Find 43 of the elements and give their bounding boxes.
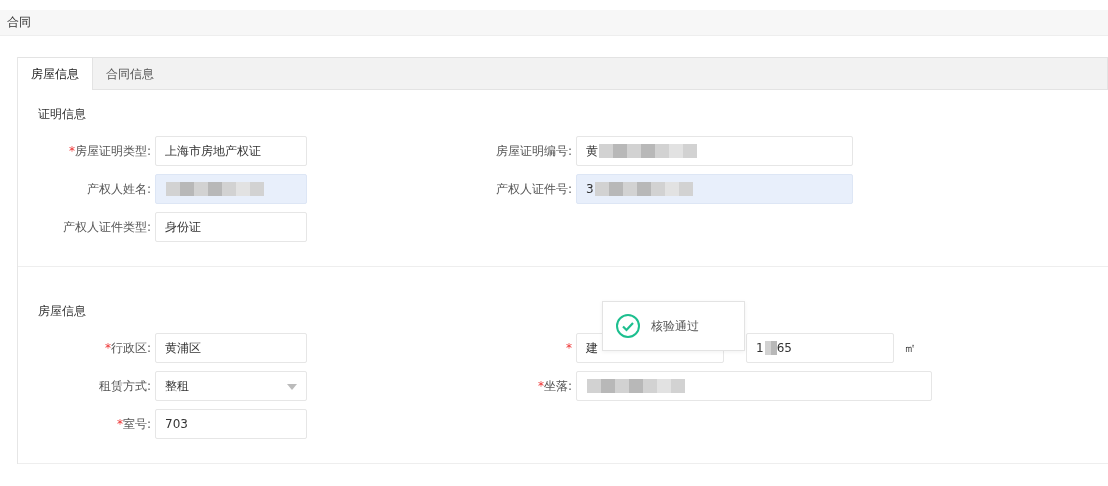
field-value: 703 bbox=[165, 417, 188, 431]
field-label: 产权人证件类型: bbox=[62, 219, 151, 234]
input-field[interactable]: 身份证 bbox=[155, 212, 307, 242]
field-label: 租赁方式: bbox=[98, 378, 151, 393]
check-circle-icon bbox=[615, 313, 641, 339]
field-value: 身份证 bbox=[165, 218, 201, 236]
field-value: 65 bbox=[776, 341, 792, 355]
required-mark: * bbox=[537, 378, 544, 393]
input-field[interactable]: 上海市房地产权证 bbox=[155, 136, 307, 166]
input-field[interactable]: 黄 bbox=[576, 136, 853, 166]
section-title: 房屋信息 bbox=[37, 303, 87, 320]
toast-text: 核验通过 bbox=[651, 317, 699, 335]
area-field[interactable]: 1 65 bbox=[746, 333, 894, 363]
input-field[interactable] bbox=[576, 371, 932, 401]
required-mark: * bbox=[68, 143, 75, 158]
caret-icon bbox=[287, 384, 297, 390]
field-label: 坐落: bbox=[543, 378, 572, 393]
input-field[interactable]: 3 bbox=[576, 174, 853, 204]
field-value: 1 bbox=[756, 341, 764, 355]
select-field[interactable]: 整租 bbox=[155, 371, 307, 401]
page-title: 合同 bbox=[7, 14, 31, 31]
field-value: 黄浦区 bbox=[165, 339, 201, 357]
input-field[interactable]: 703 bbox=[155, 409, 307, 439]
field-value: 上海市房地产权证 bbox=[165, 142, 261, 160]
field-label: 产权人姓名: bbox=[86, 181, 151, 196]
select-value: 整租 bbox=[165, 377, 189, 395]
field-label: 房屋证明类型: bbox=[74, 143, 151, 158]
field-label: 房屋证明编号: bbox=[495, 143, 572, 158]
field-label: 产权人证件号: bbox=[495, 181, 572, 196]
required-mark: * bbox=[104, 340, 111, 355]
required-mark: * bbox=[566, 341, 572, 355]
field-label: 行政区: bbox=[110, 340, 151, 355]
tab[interactable]: 合同信息 bbox=[93, 58, 167, 90]
input-field[interactable]: 黄浦区 bbox=[155, 333, 307, 363]
unit-label: ㎡ bbox=[904, 339, 916, 357]
section-title: 证明信息 bbox=[37, 106, 87, 123]
required-mark: * bbox=[116, 416, 123, 431]
input-field[interactable] bbox=[155, 174, 307, 204]
field-value: 3 bbox=[586, 182, 594, 196]
field-value: 黄 bbox=[586, 142, 598, 160]
field-label: 室号: bbox=[122, 416, 151, 431]
field-value: 建 bbox=[586, 339, 598, 357]
tab[interactable]: 房屋信息 bbox=[18, 58, 93, 90]
